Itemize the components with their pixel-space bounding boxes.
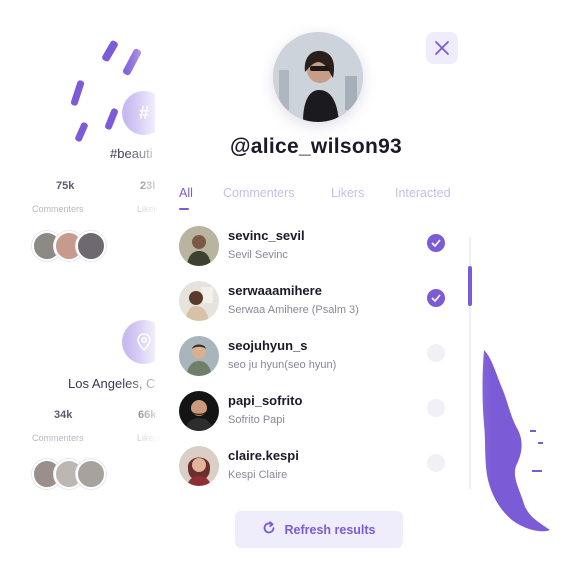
user-username: sevinc_sevil bbox=[228, 228, 305, 243]
stat-value: 75k bbox=[56, 180, 75, 192]
user-row[interactable]: claire.kespi Kespi Claire bbox=[179, 444, 449, 488]
tab-likers[interactable]: Likers bbox=[331, 186, 364, 200]
stat-label: Liker bbox=[137, 433, 157, 443]
user-username: serwaaamihere bbox=[228, 283, 322, 298]
decorative-paint-splash bbox=[482, 350, 550, 532]
user-row[interactable]: serwaaamihere Serwaa Amihere (Psalm 3) bbox=[179, 279, 449, 323]
unselected-check-icon[interactable] bbox=[427, 454, 445, 472]
user-row[interactable]: sevinc_sevil Sevil Sevinc bbox=[179, 224, 449, 268]
filter-tabs: All Commenters Likers Interacted bbox=[179, 186, 464, 210]
selected-check-icon[interactable] bbox=[427, 289, 445, 307]
profile-photo bbox=[273, 32, 363, 122]
avatar-stack bbox=[32, 231, 106, 261]
scrollbar-thumb[interactable] bbox=[468, 266, 472, 306]
tab-all[interactable]: All bbox=[179, 186, 193, 200]
refresh-label: Refresh results bbox=[284, 522, 376, 537]
avatar bbox=[76, 231, 106, 261]
tab-interacted[interactable]: Interacted bbox=[395, 186, 451, 200]
tab-active-indicator bbox=[179, 208, 189, 210]
user-row[interactable]: papi_sofrito Sofrito Papi bbox=[179, 389, 449, 433]
user-fullname: Sevil Sevinc bbox=[228, 249, 288, 261]
close-icon bbox=[435, 41, 449, 55]
close-button[interactable] bbox=[426, 32, 458, 64]
user-fullname: Serwaa Amihere (Psalm 3) bbox=[228, 304, 359, 316]
avatar-stack bbox=[32, 459, 106, 489]
user-row[interactable]: seojuhyun_s seo ju hyun(seo hyun) bbox=[179, 334, 449, 378]
user-fullname: Kespi Claire bbox=[228, 469, 288, 481]
refresh-results-button[interactable]: Refresh results bbox=[235, 511, 403, 548]
stat-label: Commenters bbox=[32, 433, 84, 443]
avatar bbox=[179, 281, 219, 321]
avatar bbox=[179, 226, 219, 266]
avatar bbox=[179, 391, 219, 431]
avatar bbox=[179, 446, 219, 486]
user-username: claire.kespi bbox=[228, 448, 299, 463]
user-fullname: Sofrito Papi bbox=[228, 414, 285, 426]
avatar bbox=[179, 336, 219, 376]
stat-label: Liker bbox=[137, 204, 157, 214]
selected-check-icon[interactable] bbox=[427, 234, 445, 252]
stat-label: Commenters bbox=[32, 204, 84, 214]
profile-username: @alice_wilson93 bbox=[229, 135, 403, 158]
tab-commenters[interactable]: Commenters bbox=[223, 186, 295, 200]
decorative-brush-stroke bbox=[101, 39, 119, 63]
unselected-check-icon[interactable] bbox=[427, 344, 445, 362]
stat-value: 34k bbox=[54, 409, 73, 421]
unselected-check-icon[interactable] bbox=[427, 399, 445, 417]
avatar bbox=[76, 459, 106, 489]
user-username: seojuhyun_s bbox=[228, 338, 308, 353]
user-username: papi_sofrito bbox=[228, 393, 303, 408]
stat-value: 66k bbox=[138, 409, 157, 421]
background-card-title: #beauti bbox=[110, 146, 153, 161]
refresh-icon bbox=[262, 521, 276, 538]
background-card-title: Los Angeles, Ca bbox=[68, 376, 163, 391]
user-fullname: seo ju hyun(seo hyun) bbox=[228, 359, 337, 371]
